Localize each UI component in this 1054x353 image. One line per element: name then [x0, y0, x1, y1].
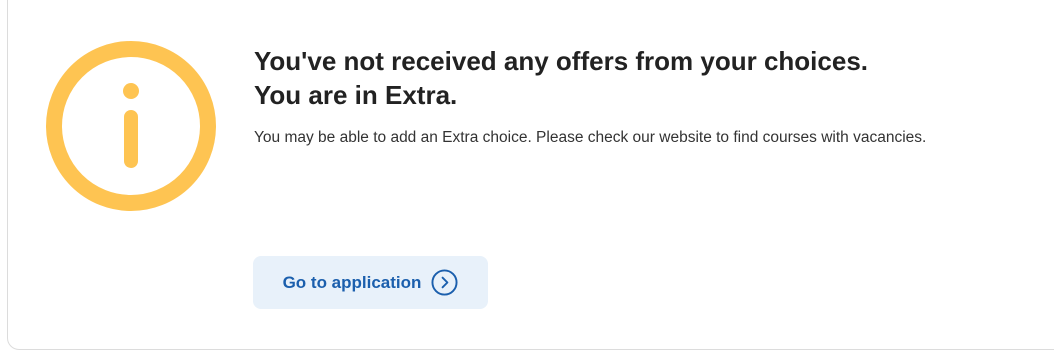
go-to-application-label: Go to application [282, 272, 422, 292]
notice-content: You've not received any offers from your… [254, 44, 1014, 154]
notice-body: You may be able to add an Extra choice. … [254, 129, 927, 146]
go-to-application-button[interactable]: Go to application [253, 256, 488, 309]
notice-heading-line-1: You've not received any offers from your… [254, 46, 868, 76]
chevron-right-circle-icon [431, 269, 458, 296]
notice-heading-line-2: You are in Extra. [254, 80, 458, 110]
notice-heading: You've not received any offers from your… [254, 44, 1014, 112]
info-icon [46, 41, 216, 211]
